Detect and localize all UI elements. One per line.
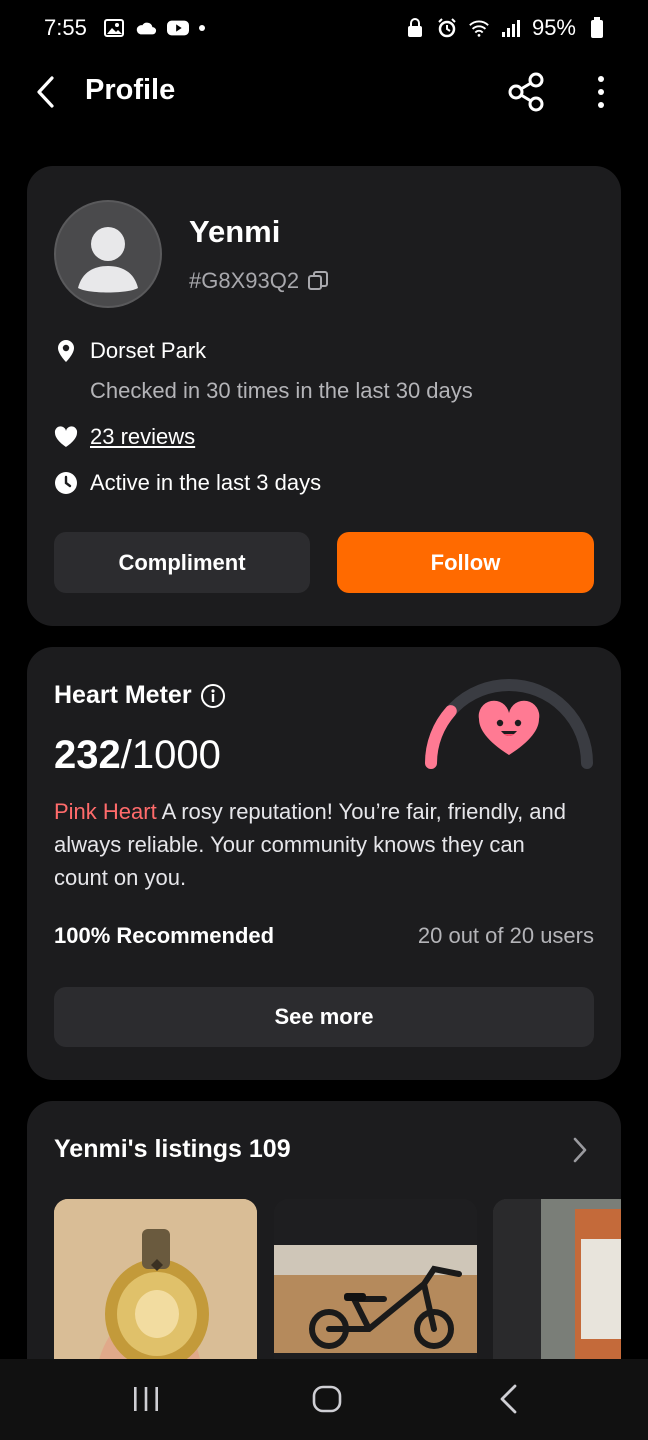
pink-heart-face-icon <box>478 700 540 755</box>
info-icon[interactable] <box>200 683 226 709</box>
heart-gauge <box>425 679 593 769</box>
location-pin-icon <box>54 339 78 363</box>
score-value: 232 <box>54 733 121 777</box>
clock-icon <box>54 471 78 495</box>
status-bar: 7:55 95% <box>0 0 648 56</box>
lock-icon <box>404 18 426 38</box>
listings-chevron-button[interactable] <box>567 1135 593 1165</box>
youtube-icon <box>166 18 189 38</box>
user-placeholder-icon <box>78 227 138 293</box>
heart-icon <box>54 425 78 449</box>
checkin-text: Checked in 30 times in the last 30 days <box>90 378 473 403</box>
heart-meter-score: 232/1000 <box>54 733 221 778</box>
gauge-fill <box>425 705 457 769</box>
active-row: Active in the last 3 days <box>54 470 321 496</box>
reviews-link[interactable]: 23 reviews <box>90 424 195 450</box>
battery-icon <box>586 17 608 38</box>
copy-icon[interactable] <box>307 270 329 292</box>
username: Yenmi <box>189 214 281 249</box>
app-header: Profile <box>0 60 648 124</box>
location-row: Dorset Park <box>54 338 206 364</box>
battery-percent: 95% <box>531 15 576 40</box>
home-icon <box>312 1385 342 1413</box>
recommended-label: 100% Recommended <box>54 923 275 948</box>
wifi-icon <box>468 18 490 38</box>
recommended-count: 20 out of 20 users <box>417 923 594 948</box>
compliment-button[interactable]: Compliment <box>54 532 310 593</box>
heart-tier: Pink Heart <box>54 799 157 824</box>
share-icon <box>508 72 544 112</box>
recommendation-row: 100% Recommended 20 out of 20 users <box>54 923 594 949</box>
heart-meter-card: Heart Meter 232/1000 Pink Heart A rosy r… <box>27 647 621 1080</box>
signal-icon <box>500 18 522 38</box>
recent-apps-icon <box>134 1387 158 1411</box>
gallery-icon <box>103 18 125 38</box>
more-dot-icon <box>598 102 604 108</box>
status-time: 7:55 <box>44 15 87 40</box>
avatar[interactable] <box>54 200 162 308</box>
profile-card: Yenmi #G8X93Q2 Dorset Park Checked in 30… <box>27 166 621 626</box>
listings-title[interactable]: Yenmi's listings 109 <box>54 1135 291 1164</box>
user-id: #G8X93Q2 <box>189 268 300 293</box>
location-text: Dorset Park <box>90 338 207 363</box>
more-options-button[interactable] <box>588 72 614 112</box>
user-id-row: #G8X93Q2 <box>189 268 329 294</box>
cloud-icon <box>135 18 157 38</box>
reviews-row: 23 reviews <box>54 424 195 450</box>
score-max: /1000 <box>120 733 221 777</box>
heart-meter-description: Pink Heart A rosy reputation! You’re fai… <box>54 795 584 894</box>
follow-button[interactable]: Follow <box>337 532 594 593</box>
notification-dot-icon <box>198 25 205 31</box>
system-nav-bar <box>0 1359 648 1440</box>
more-dot-icon <box>598 89 604 95</box>
back-arrow-icon <box>500 1384 517 1414</box>
share-button[interactable] <box>506 72 548 112</box>
recent-apps-button[interactable] <box>130 1385 162 1413</box>
chevron-right-icon <box>573 1137 587 1163</box>
heart-meter-title: Heart Meter <box>54 681 192 709</box>
more-dot-icon <box>598 76 604 82</box>
active-text: Active in the last 3 days <box>90 470 322 495</box>
heart-meter-title-row: Heart Meter <box>54 681 226 710</box>
see-more-button[interactable]: See more <box>54 987 594 1047</box>
system-back-button[interactable] <box>497 1383 521 1415</box>
home-button[interactable] <box>312 1384 342 1414</box>
page-title: Profile <box>85 74 176 106</box>
back-button[interactable] <box>30 74 66 110</box>
listings-card: Yenmi's listings 109 <box>27 1101 621 1401</box>
alarm-icon <box>436 18 458 38</box>
chevron-left-icon <box>37 76 54 108</box>
